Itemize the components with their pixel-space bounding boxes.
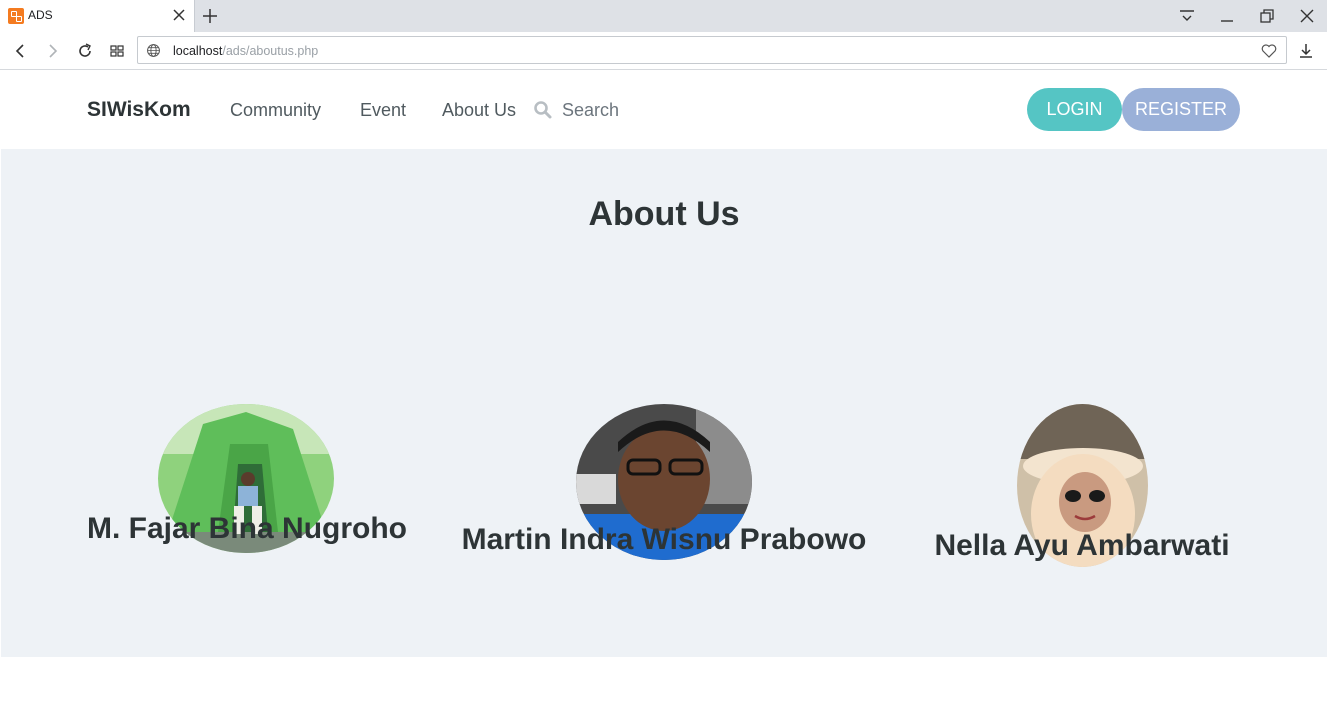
- reload-icon[interactable]: [74, 40, 96, 62]
- about-us-section: About Us M. Fajar Bina Nugroho Martin In…: [1, 149, 1327, 657]
- globe-icon: [147, 44, 160, 57]
- address-path: /ads/aboutus.php: [222, 44, 319, 58]
- search-icon: [534, 101, 552, 119]
- bookmark-heart-icon[interactable]: [1260, 42, 1278, 60]
- tab-menu-icon[interactable]: [1176, 5, 1198, 27]
- nav-link-event[interactable]: Event: [360, 100, 406, 121]
- address-url: localhost/ads/aboutus.php: [173, 44, 318, 58]
- nav-link-about-us[interactable]: About Us: [442, 100, 516, 121]
- site-navbar: SIWisKom Community Event About Us LOGIN …: [0, 70, 1327, 149]
- browser-tab-active[interactable]: ADS: [0, 0, 195, 32]
- close-tab-icon[interactable]: [170, 6, 188, 24]
- back-icon[interactable]: [10, 40, 32, 62]
- login-button[interactable]: LOGIN: [1027, 88, 1122, 131]
- member-name: Martin Indra Wisnu Prabowo: [461, 523, 867, 556]
- site-brand[interactable]: SIWisKom: [87, 98, 191, 122]
- tab-title: ADS: [28, 8, 53, 22]
- minimize-window-icon[interactable]: [1216, 5, 1238, 27]
- browser-tab-strip: ADS: [0, 0, 1327, 32]
- speed-dial-icon[interactable]: [106, 40, 128, 62]
- download-icon[interactable]: [1295, 40, 1317, 62]
- member-name: Nella Ayu Ambarwati: [934, 529, 1230, 562]
- nav-link-community[interactable]: Community: [230, 100, 321, 121]
- restore-window-icon[interactable]: [1256, 5, 1278, 27]
- address-bar[interactable]: localhost/ads/aboutus.php: [137, 36, 1287, 64]
- about-us-heading: About Us: [588, 195, 740, 233]
- page-content: SIWisKom Community Event About Us LOGIN …: [0, 70, 1327, 703]
- member-name: M. Fajar Bina Nugroho: [86, 512, 407, 545]
- search-input[interactable]: [562, 97, 722, 123]
- xampp-favicon-icon: [8, 8, 24, 24]
- new-tab-icon[interactable]: [199, 5, 221, 27]
- forward-icon[interactable]: [41, 40, 63, 62]
- close-window-icon[interactable]: [1296, 5, 1318, 27]
- register-button[interactable]: REGISTER: [1122, 88, 1240, 131]
- browser-toolbar: localhost/ads/aboutus.php: [0, 32, 1327, 70]
- address-host: localhost: [173, 44, 223, 58]
